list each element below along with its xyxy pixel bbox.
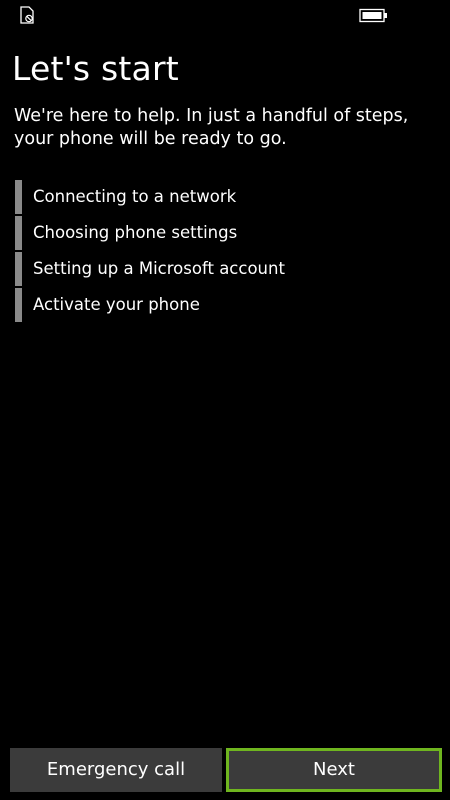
page-title: Let's start [12,49,179,88]
battery-icon [359,8,387,23]
step-item-activate: Activate your phone [15,288,435,322]
step-item-microsoft-account: Setting up a Microsoft account [15,252,435,286]
status-bar [0,0,450,32]
intro-text: We're here to help. In just a handful of… [14,106,409,149]
step-indicator-bar [15,180,22,214]
emergency-call-button[interactable]: Emergency call [10,748,222,792]
step-item-phone-settings: Choosing phone settings [15,216,435,250]
bottom-button-bar: Emergency call Next [0,745,450,800]
step-label: Setting up a Microsoft account [33,259,285,278]
step-label: Activate your phone [33,295,200,314]
step-item-network: Connecting to a network [15,180,435,214]
steps-list: Connecting to a network Choosing phone s… [15,180,435,324]
step-label: Connecting to a network [33,187,237,206]
step-indicator-bar [15,252,22,286]
next-button[interactable]: Next [226,748,442,792]
step-indicator-bar [15,216,22,250]
step-label: Choosing phone settings [33,223,238,242]
step-indicator-bar [15,288,22,322]
sim-blocked-icon [20,6,34,24]
